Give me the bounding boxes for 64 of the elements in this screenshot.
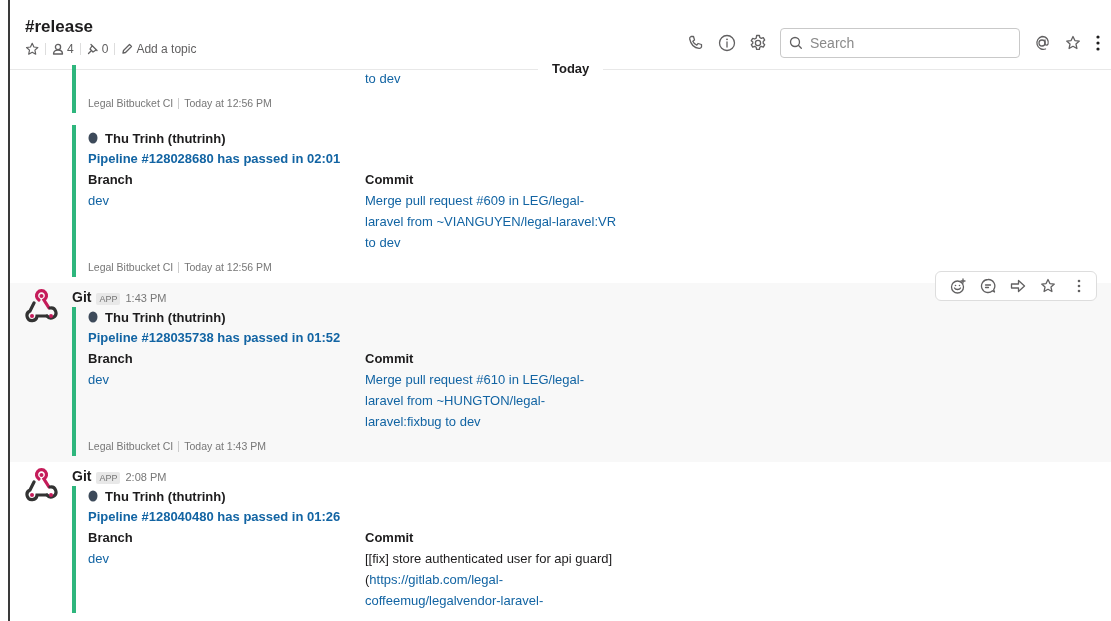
field-link[interactable]: dev — [88, 190, 109, 211]
pencil-icon — [121, 43, 134, 55]
field-label: Commit — [365, 350, 414, 368]
footer-source: Legal Bitbucket CI — [88, 440, 174, 452]
add-topic-link[interactable]: Add a topic — [121, 42, 197, 56]
field-link[interactable]: Merge pull request #609 in LEG/legal- — [365, 190, 584, 211]
field-link[interactable]: https://gitlab.com/legal- — [369, 572, 504, 587]
field-link[interactable]: Merge pull request #610 in LEG/legal- — [365, 369, 584, 390]
info-icon[interactable] — [718, 33, 736, 52]
app-badge: APP — [96, 472, 121, 484]
channel-name: #release — [25, 17, 95, 37]
app-badge: APP — [96, 293, 121, 305]
message-time[interactable]: 1:43 PM — [125, 292, 167, 304]
search-icon — [789, 35, 803, 50]
author-name: Thu Trinh (thutrinh) — [105, 488, 226, 504]
star-icon[interactable] — [25, 42, 39, 56]
pipeline-title-link[interactable]: Pipeline #128040480 has passed in 01:26 — [88, 506, 341, 527]
webhook-logo-icon — [25, 289, 59, 323]
author-name: Thu Trinh (thutrinh) — [105, 309, 226, 325]
field-link[interactable]: dev — [88, 369, 109, 390]
thread-icon[interactable] — [980, 278, 996, 294]
pipeline-title-link[interactable]: Pipeline #128028680 has passed in 02:01 — [88, 148, 341, 169]
star-icon[interactable] — [1064, 33, 1082, 52]
footer-time[interactable]: Today at 12:56 PM — [184, 97, 272, 109]
settings-icon[interactable] — [749, 33, 767, 52]
search-field[interactable]: Search — [780, 27, 1020, 58]
mention-icon[interactable] — [1033, 33, 1051, 52]
share-arrow-icon[interactable] — [1010, 278, 1026, 294]
field-text: ( — [365, 572, 370, 587]
field-link[interactable]: coffeemug/legalvendor-laravel- — [365, 590, 544, 611]
field-link[interactable]: laravel:fixbug to dev — [365, 411, 481, 432]
sender-name[interactable]: Git — [72, 468, 92, 484]
message-time[interactable]: 2:08 PM — [125, 471, 167, 483]
phone-icon[interactable] — [687, 33, 705, 52]
footer-time[interactable]: Today at 12:56 PM — [184, 261, 272, 273]
author-avatar-icon — [88, 311, 98, 323]
footer-source: Legal Bitbucket CI — [88, 261, 174, 273]
field-link[interactable]: to dev — [365, 68, 401, 89]
field-label: Branch — [88, 171, 133, 189]
field-text: [[fix] store authenticated user for api guard] — [365, 550, 613, 568]
author-avatar-icon — [88, 132, 98, 144]
pin-icon — [86, 43, 99, 55]
field-label: Commit — [365, 171, 414, 189]
field-label: Commit — [365, 529, 414, 547]
footer-time[interactable]: Today at 1:43 PM — [184, 440, 266, 452]
more-icon[interactable] — [1076, 278, 1082, 294]
field-label: Branch — [88, 350, 133, 368]
footer-source: Legal Bitbucket CI — [88, 97, 174, 109]
field-label: Branch — [88, 529, 133, 547]
field-link[interactable]: laravel from ~HUNGTON/legal- — [365, 390, 545, 411]
sender-name[interactable]: Git — [72, 289, 92, 305]
person-icon — [52, 43, 64, 55]
field-link[interactable]: laravel from ~VIANGUYEN/legal-laravel:VR — [365, 211, 617, 232]
pipeline-title-link[interactable]: Pipeline #128035738 has passed in 01:52 — [88, 327, 341, 348]
more-icon[interactable] — [1095, 33, 1101, 52]
webhook-logo-icon — [25, 468, 59, 502]
author-avatar-icon — [88, 490, 98, 502]
member-count[interactable]: 4 — [52, 42, 74, 56]
field-link[interactable]: dev — [88, 548, 109, 569]
star-icon[interactable] — [1040, 278, 1056, 294]
field-link[interactable]: to dev — [365, 232, 401, 253]
emoji-add-icon[interactable] — [950, 278, 966, 294]
pinned-count[interactable]: 0 — [86, 42, 109, 56]
author-name: Thu Trinh (thutrinh) — [105, 130, 226, 146]
